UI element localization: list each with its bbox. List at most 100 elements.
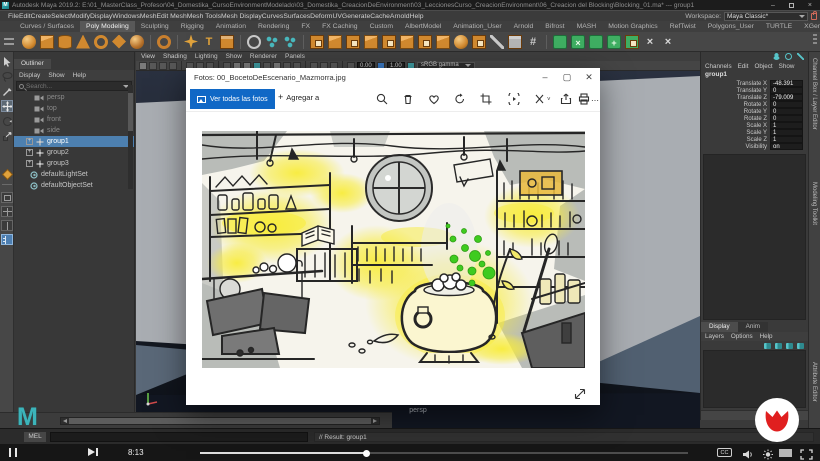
tab-modeling-toolkit[interactable]: Modeling Toolkit <box>811 182 817 225</box>
channel-value-field[interactable]: 1 <box>770 129 803 136</box>
sculpt-smooth-icon[interactable] <box>589 35 603 49</box>
expand-icon[interactable]: + <box>26 160 33 167</box>
range-right-arrow-icon[interactable] <box>373 419 377 423</box>
channel-value-field[interactable]: 0 <box>770 115 803 122</box>
sculpt-grab-icon[interactable]: × <box>571 35 585 49</box>
combine-icon[interactable] <box>310 35 324 49</box>
camera-attributes-icon[interactable] <box>159 62 167 70</box>
delete-history-icon[interactable]: × <box>643 35 657 49</box>
close-icon[interactable]: ✕ <box>578 68 600 86</box>
polygon-cone-icon[interactable] <box>76 35 90 49</box>
viewport-menu-item[interactable]: Lighting <box>195 53 218 60</box>
create-empty-layer-icon[interactable] <box>764 343 771 349</box>
shelf-icon[interactable] <box>150 35 151 49</box>
shelf-tab[interactable]: Animation <box>210 21 252 32</box>
print-icon[interactable] <box>578 93 590 105</box>
search-input[interactable] <box>26 83 121 90</box>
fullscreen-icon[interactable] <box>800 447 813 461</box>
maximize-icon[interactable] <box>789 3 794 8</box>
outliner-menu-item[interactable]: Help <box>73 72 86 79</box>
select-camera-icon[interactable] <box>139 62 147 70</box>
chevron-down-icon[interactable]: ˅ <box>547 97 551 103</box>
shelf-tab[interactable]: Curves / Surfaces <box>14 21 80 32</box>
menu-item[interactable]: Modify <box>70 13 90 20</box>
layer-editor-menu-item[interactable]: Help <box>760 333 773 340</box>
mel-label[interactable]: MEL <box>24 432 46 442</box>
outliner-item-top[interactable]: + top <box>14 103 134 114</box>
more-icon[interactable]: ⋯ <box>591 96 603 108</box>
make-live-icon[interactable] <box>625 35 639 49</box>
progress-knob[interactable] <box>363 450 370 457</box>
shelf-tab[interactable]: Custom <box>364 21 399 32</box>
zoom-icon[interactable] <box>376 93 388 105</box>
polygon-sphere-icon[interactable] <box>22 35 36 49</box>
shelf-tab[interactable]: Arnold <box>508 21 540 32</box>
menu-item[interactable]: Create <box>31 13 51 20</box>
outliner-vertical-scrollbar[interactable] <box>128 85 133 189</box>
viewport-menu-item[interactable]: View <box>141 53 155 60</box>
share-icon[interactable] <box>560 93 572 105</box>
layer-editor-menu-item[interactable]: Options <box>731 333 753 340</box>
workspace-select[interactable]: Maya Classic* <box>724 12 808 21</box>
scale-tool-icon[interactable] <box>1 130 13 142</box>
sphere-wire-icon[interactable] <box>157 35 171 49</box>
shelf-tab[interactable]: Poly Modeling <box>80 21 135 32</box>
viewport-menu-item[interactable]: Panels <box>285 53 305 60</box>
shelf-tab[interactable]: Sculpting <box>135 21 175 32</box>
bookmark-icon[interactable] <box>169 62 177 70</box>
smooth-icon[interactable] <box>454 35 468 49</box>
menu-item[interactable]: Mesh Tools <box>187 13 221 20</box>
shelf-tab[interactable]: Rigging <box>175 21 210 32</box>
volume-icon[interactable] <box>742 447 754 461</box>
range-slider-thumb[interactable] <box>69 418 371 424</box>
shelf-tab[interactable]: XGen_User <box>798 21 820 32</box>
shelf-tab[interactable]: RefTwist <box>664 21 702 32</box>
polygon-cylinder-icon[interactable] <box>58 35 72 49</box>
quality-icon[interactable] <box>779 449 792 457</box>
delete-icon[interactable] <box>402 93 414 105</box>
close-icon[interactable]: × <box>808 2 812 9</box>
shelf-tab[interactable]: TURTLE <box>760 21 798 32</box>
menu-item[interactable]: Arnold <box>390 13 410 20</box>
menu-item[interactable]: Mesh <box>140 13 157 20</box>
two-pane-layout-icon[interactable] <box>1 220 13 231</box>
paint-select-green-icon[interactable] <box>553 35 567 49</box>
channel-box-menu-item[interactable]: Channels <box>705 63 732 70</box>
channel-value-field[interactable]: 0 <box>770 101 803 108</box>
edit-icon[interactable] <box>534 93 546 105</box>
shelf-icon[interactable] <box>177 35 178 49</box>
viewport-menu-item[interactable]: Show <box>226 53 242 60</box>
polygon-torus-icon[interactable] <box>94 35 108 49</box>
expand-icon[interactable]: + <box>26 138 33 145</box>
shelf-menu-icon[interactable] <box>4 38 14 45</box>
crease-tool-icon[interactable] <box>490 35 504 49</box>
next-frame-icon[interactable] <box>88 448 95 456</box>
shelf-tab[interactable]: Rendering <box>252 21 295 32</box>
multi-cut-icon[interactable] <box>418 35 432 49</box>
four-pane-layout-icon[interactable] <box>1 206 13 217</box>
shelf-tab[interactable]: FX <box>295 21 316 32</box>
menu-item[interactable]: Select <box>51 13 70 20</box>
create-layer-from-selected-icon[interactable] <box>775 343 782 349</box>
separate-icon[interactable] <box>328 35 342 49</box>
shelf-tab[interactable]: Motion Graphics <box>602 21 664 32</box>
outliner-item-side[interactable]: + side <box>14 125 134 136</box>
rotate-tool-icon[interactable] <box>1 115 13 127</box>
menu-item[interactable]: Generate <box>342 13 370 20</box>
menu-item[interactable]: Edit <box>19 13 31 20</box>
shelf-tab[interactable]: MASH <box>571 21 603 32</box>
outliner-item-defaultLightSet[interactable]: + defaultLightSet <box>14 169 134 180</box>
extrude-icon[interactable] <box>364 35 378 49</box>
show-manipulator-icon[interactable] <box>247 35 261 49</box>
shelf-tab[interactable]: Animation_User <box>447 21 507 32</box>
crop-icon[interactable] <box>480 93 492 105</box>
view-all-photos-button[interactable]: Ver todas las fotos <box>190 89 275 109</box>
polygon-cube-icon[interactable] <box>40 35 54 49</box>
minimize-icon[interactable]: – <box>771 2 775 9</box>
outliner-item-persp[interactable]: + persp <box>14 92 134 103</box>
single-pane-layout-icon[interactable] <box>1 192 13 203</box>
sync-icon[interactable] <box>785 53 792 60</box>
mirror-icon[interactable] <box>436 35 450 49</box>
outliner-item-group1[interactable]: + group1 <box>14 136 134 147</box>
outliner-item-group3[interactable]: + group3 <box>14 158 134 169</box>
